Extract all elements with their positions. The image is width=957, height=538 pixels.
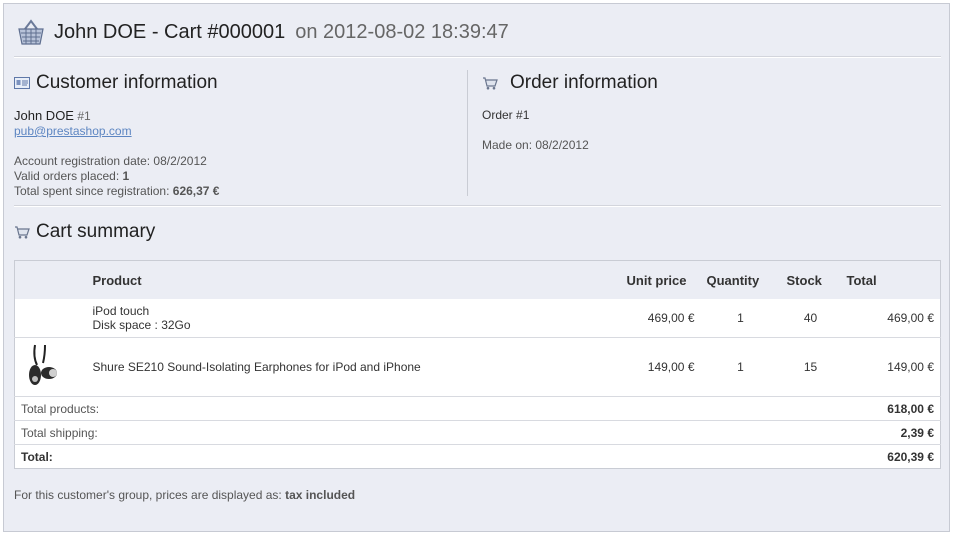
product-name-link[interactable]: Shure SE210 Sound-Isolating Earphones fo… xyxy=(93,360,615,374)
product-image-cell xyxy=(14,337,87,397)
customer-section-label: Customer information xyxy=(36,72,218,93)
product-attribute: Disk space : 32Go xyxy=(92,318,191,332)
earphones-product-image[interactable] xyxy=(21,343,67,389)
registration-label: Account registration date: xyxy=(14,154,151,168)
table-row: iPod touch Disk space : 32Go 469,00 € 1 … xyxy=(15,299,941,338)
col-total: Total xyxy=(840,260,941,299)
product-cell: Shure SE210 Sound-Isolating Earphones fo… xyxy=(86,337,621,397)
id-card-icon xyxy=(14,77,30,89)
customer-section-title: Customer information xyxy=(14,72,218,94)
cart-date: on 2012-08-02 18:39:47 xyxy=(295,20,509,43)
total-shipping-row: Total shipping: 2,39 € xyxy=(14,420,941,445)
row-total: 149,00 € xyxy=(840,337,941,397)
col-unit-price: Unit price xyxy=(620,260,701,299)
product-cell: iPod touch Disk space : 32Go xyxy=(87,299,621,338)
total-products-label: Total products: xyxy=(14,396,841,421)
header-divider xyxy=(14,56,941,58)
col-stock: Stock xyxy=(780,260,841,299)
cart-icon xyxy=(15,226,30,239)
note-text: For this customer's group, prices are di… xyxy=(14,488,282,502)
stock: 15 xyxy=(780,337,841,397)
total-shipping-value: 2,39 € xyxy=(840,420,941,445)
cart-section-title: Cart summary xyxy=(14,221,155,243)
orders-value: 1 xyxy=(122,169,130,183)
shopping-basket-icon xyxy=(18,19,44,45)
total-products-row: Total products: 618,00 € xyxy=(14,396,941,421)
product-name-link[interactable]: iPod touch xyxy=(93,304,615,318)
order-label: Order xyxy=(482,108,513,122)
col-quantity: Quantity xyxy=(700,260,781,299)
grand-total-row: Total: 620,39 € xyxy=(14,444,941,469)
unit-price: 149,00 € xyxy=(620,337,701,397)
customer-info: John DOE #1 pub@prestashop.com Account r… xyxy=(14,108,454,199)
stock: 40 xyxy=(803,311,818,325)
price-display-note: For this customer's group, prices are di… xyxy=(14,488,355,502)
info-column-divider xyxy=(467,70,468,196)
note-value: tax included xyxy=(285,488,356,502)
order-section-label: Order information xyxy=(510,72,658,93)
order-info: Order #1 Made on: 08/2/2012 xyxy=(482,108,589,153)
customer-id: #1 xyxy=(77,109,91,123)
cart-icon xyxy=(483,77,498,90)
row-total: 469,00 € xyxy=(887,311,934,325)
registration-value: 08/2/2012 xyxy=(153,154,207,168)
order-section-title: Order information xyxy=(482,72,658,94)
order-id-link[interactable]: #1 xyxy=(516,108,529,122)
col-product: Product xyxy=(86,260,621,299)
quantity: 1 xyxy=(737,311,744,325)
total-products-value: 618,00 € xyxy=(840,396,941,421)
cart-section-label: Cart summary xyxy=(36,221,156,242)
spent-value: 626,37 € xyxy=(172,184,220,198)
unit-price: 469,00 € xyxy=(647,311,695,325)
product-image-cell xyxy=(15,299,87,338)
customer-name: John DOE xyxy=(14,108,74,123)
cart-details-panel: John DOE - Cart #000001 on 2012-08-02 18… xyxy=(3,3,950,532)
page-header: John DOE - Cart #000001 on 2012-08-02 18… xyxy=(16,16,509,48)
table-header-row: Product Unit price Quantity Stock Total xyxy=(14,260,941,299)
orders-label: Valid orders placed: xyxy=(14,169,120,183)
table-row: Shure SE210 Sound-Isolating Earphones fo… xyxy=(14,337,941,397)
page-title: John DOE - Cart #000001 xyxy=(54,20,286,43)
cart-table: Product Unit price Quantity Stock Total … xyxy=(14,260,941,469)
grand-total-value: 620,39 € xyxy=(840,444,941,469)
quantity: 1 xyxy=(700,337,781,397)
col-image xyxy=(14,260,87,299)
total-shipping-label: Total shipping: xyxy=(14,420,841,445)
grand-total-label: Total: xyxy=(14,444,841,469)
customer-email-link[interactable]: pub@prestashop.com xyxy=(14,124,132,138)
section-divider xyxy=(14,205,941,207)
spent-label: Total spent since registration: xyxy=(14,184,170,198)
order-made-on: Made on: 08/2/2012 xyxy=(482,138,589,152)
